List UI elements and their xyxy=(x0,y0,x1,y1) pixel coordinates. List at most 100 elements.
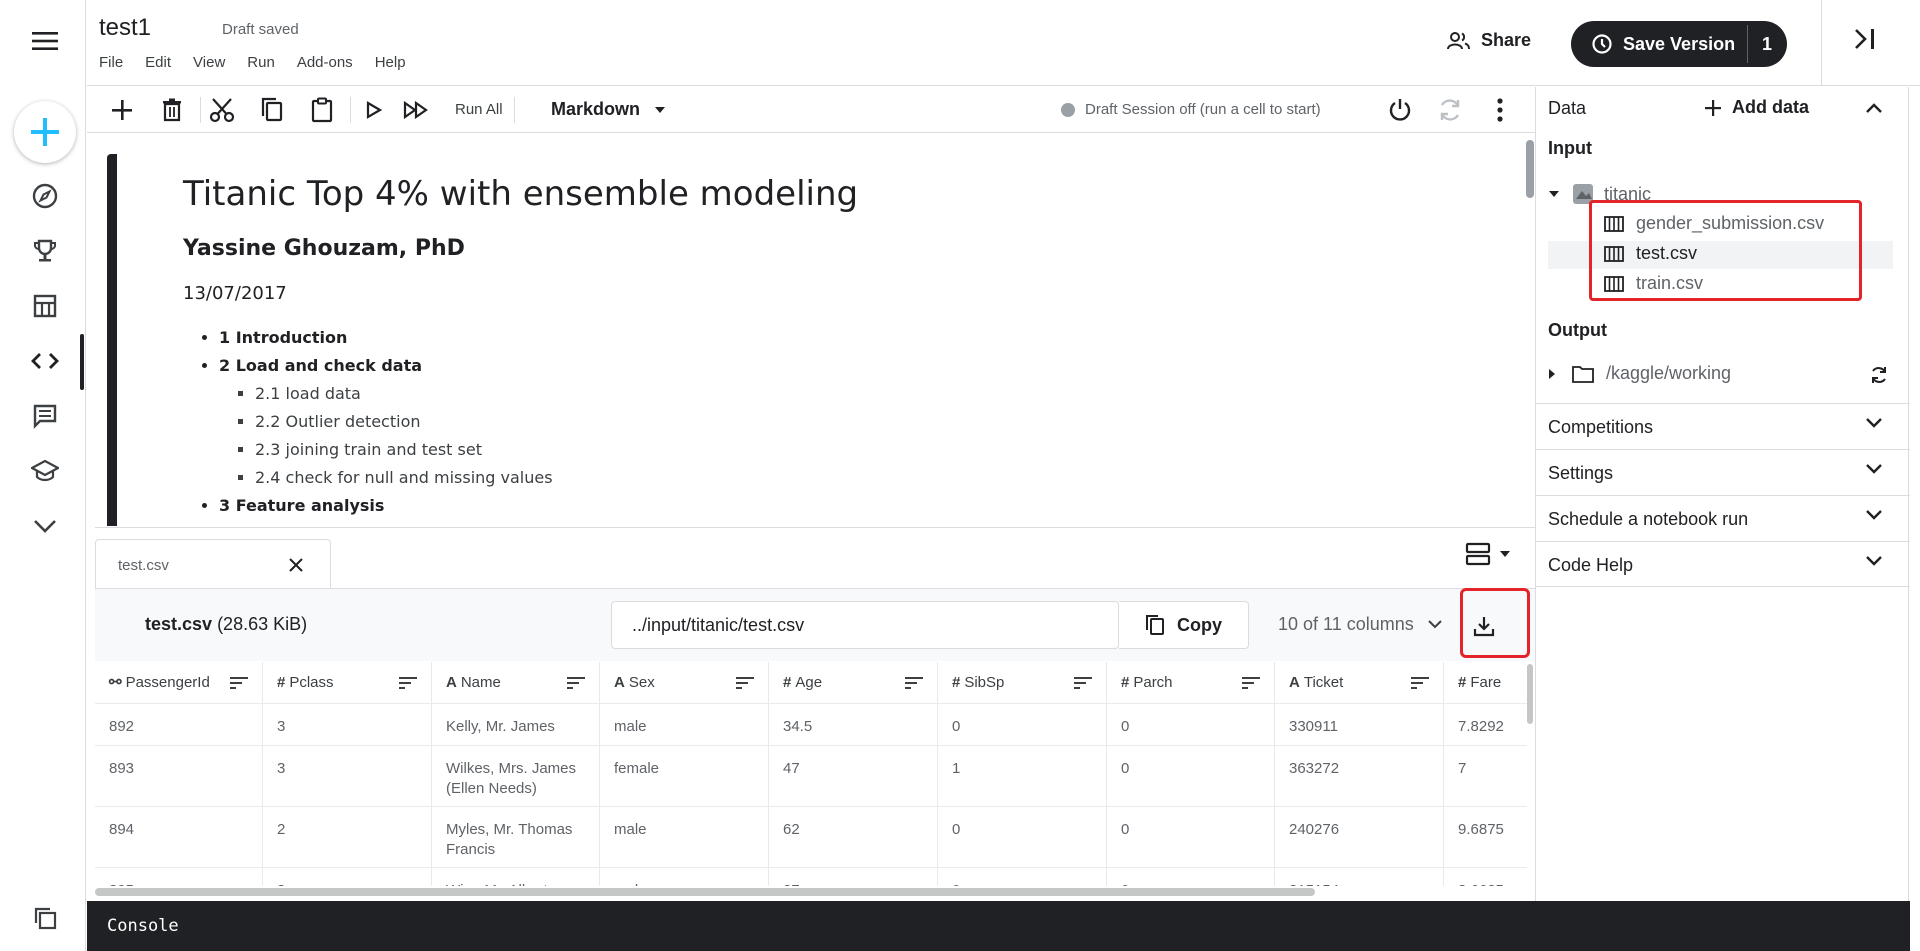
paste-icon[interactable] xyxy=(307,95,337,125)
table-icon[interactable] xyxy=(24,285,66,327)
notebook-cells[interactable]: Titanic Top 4% with ensemble modeling Ya… xyxy=(87,134,1535,526)
column-header-sex[interactable]: A Sex xyxy=(600,662,769,703)
sort-icon[interactable] xyxy=(230,676,248,690)
delete-cell-icon[interactable] xyxy=(157,95,187,125)
column-header-age[interactable]: # Age xyxy=(769,662,938,703)
collapse-panel-icon[interactable] xyxy=(1853,26,1877,52)
table-cell: 315154 xyxy=(1275,868,1444,886)
copy-stack-icon[interactable] xyxy=(24,897,66,939)
chevron-down-icon[interactable] xyxy=(24,505,66,547)
share-button[interactable]: Share xyxy=(1447,30,1531,51)
sort-icon[interactable] xyxy=(1242,676,1260,690)
file-path-field[interactable]: ../input/titanic/test.csv xyxy=(611,601,1119,649)
column-header-parch[interactable]: # Parch xyxy=(1107,662,1275,703)
refresh-icon[interactable] xyxy=(1869,365,1889,385)
table-cell: 0 xyxy=(1107,704,1275,745)
sort-icon[interactable] xyxy=(567,676,585,690)
toc-item[interactable]: 2 Load and check data 2.1 load data 2.2 … xyxy=(219,352,1483,492)
restart-icon[interactable] xyxy=(1435,95,1465,125)
table-cell: Kelly, Mr. James xyxy=(432,704,600,745)
toc-item[interactable]: 1 Introduction xyxy=(219,324,1483,352)
save-version-button[interactable]: Save Version 1 xyxy=(1571,21,1787,67)
table-cell: 3 xyxy=(263,746,432,806)
markdown-cell[interactable]: Titanic Top 4% with ensemble modeling Ya… xyxy=(183,174,1483,520)
cell-type-label: Markdown xyxy=(551,99,641,119)
menu-help[interactable]: Help xyxy=(375,54,406,71)
layout-toggle[interactable] xyxy=(1465,542,1511,566)
table-cell: female xyxy=(600,746,769,806)
copy-label: Copy xyxy=(1177,614,1222,635)
notebook-scrollbar[interactable] xyxy=(1526,140,1534,198)
compass-icon[interactable] xyxy=(24,175,66,217)
accordion-schedule[interactable]: Schedule a notebook run xyxy=(1536,495,1910,541)
power-icon[interactable] xyxy=(1385,95,1415,125)
string-type-icon: A xyxy=(1289,674,1300,691)
cut-icon[interactable] xyxy=(207,95,237,125)
column-name: PassengerId xyxy=(125,674,210,691)
more-options-icon[interactable] xyxy=(1485,95,1515,125)
table-cell: 9.6875 xyxy=(1444,807,1527,867)
menu-edit[interactable]: Edit xyxy=(145,54,171,71)
close-icon[interactable] xyxy=(288,557,304,573)
menu-run[interactable]: Run xyxy=(247,54,275,71)
sort-icon[interactable] xyxy=(736,676,754,690)
menu-view[interactable]: View xyxy=(193,54,225,71)
table-cell: 8.6625 xyxy=(1444,868,1527,886)
run-all-button[interactable]: Run All xyxy=(455,101,503,118)
copy-cell-icon[interactable] xyxy=(257,95,287,125)
notebook-header: test1 Draft saved File Edit View Run Add… xyxy=(87,0,1920,86)
add-data-button[interactable]: Add data xyxy=(1704,97,1809,118)
sort-icon[interactable] xyxy=(1411,676,1429,690)
toc-item-label: 2 Load and check data xyxy=(219,356,423,375)
add-cell-icon[interactable] xyxy=(107,95,137,125)
hamburger-menu-icon[interactable] xyxy=(24,20,66,62)
toc-item[interactable]: 3 Feature analysis xyxy=(219,492,1483,520)
toc-subitem[interactable]: 2.1 load data xyxy=(255,380,1483,408)
output-path: /kaggle/working xyxy=(1606,363,1732,383)
create-button[interactable] xyxy=(14,101,76,163)
column-header-ticket[interactable]: A Ticket xyxy=(1275,662,1444,703)
string-type-icon: A xyxy=(446,674,457,691)
discussion-icon[interactable] xyxy=(24,395,66,437)
vertical-scrollbar[interactable] xyxy=(1527,664,1533,724)
file-title: test.csv (28.63 KiB) xyxy=(145,614,307,635)
viewer-tab[interactable]: test.csv xyxy=(95,539,331,589)
learn-icon[interactable] xyxy=(24,450,66,492)
column-header-name[interactable]: A Name xyxy=(432,662,600,703)
table-cell: Myles, Mr. Thomas Francis xyxy=(432,807,600,867)
run-cell-icon[interactable] xyxy=(359,95,389,125)
column-header-sibsp[interactable]: # SibSp xyxy=(938,662,1107,703)
toc-subitem[interactable]: 2.2 Outlier detection xyxy=(255,408,1483,436)
column-header-passengerid[interactable]: ⚯ PassengerId xyxy=(95,662,263,703)
sort-icon[interactable] xyxy=(399,676,417,690)
notebook-title[interactable]: test1 xyxy=(99,14,151,42)
column-header-fare[interactable]: # Fare xyxy=(1444,662,1527,703)
toc-subitem[interactable]: 2.3 joining train and test set xyxy=(255,436,1483,464)
copy-path-button[interactable]: Copy xyxy=(1119,601,1249,649)
table-cell: 0 xyxy=(1107,868,1275,886)
sort-icon[interactable] xyxy=(905,676,923,690)
accordion-settings[interactable]: Settings xyxy=(1536,449,1910,495)
code-icon[interactable] xyxy=(24,340,66,382)
notebook-toolbar: Run All Markdown Draft Session off (run … xyxy=(87,87,1535,133)
sort-icon[interactable] xyxy=(1074,676,1092,690)
accordion-competitions[interactable]: Competitions xyxy=(1536,403,1910,449)
menu-file[interactable]: File xyxy=(99,54,123,71)
horizontal-scrollbar[interactable] xyxy=(95,888,1315,896)
chevron-up-icon[interactable] xyxy=(1866,103,1882,113)
cell-type-dropdown[interactable]: Markdown xyxy=(551,99,666,120)
table-cell: male xyxy=(600,868,769,886)
toc-subitem[interactable]: 2.4 check for null and missing values xyxy=(255,464,1483,492)
console-bar[interactable]: Console xyxy=(87,901,1910,951)
plus-icon xyxy=(31,118,59,146)
people-icon xyxy=(1447,31,1470,49)
menu-add-ons[interactable]: Add-ons xyxy=(297,54,353,71)
column-header-pclass[interactable]: # Pclass xyxy=(263,662,432,703)
accordion-code-help[interactable]: Code Help xyxy=(1536,541,1910,587)
columns-selector[interactable]: 10 of 11 columns xyxy=(1278,614,1442,635)
output-folder-row[interactable]: /kaggle/working xyxy=(1548,363,1731,384)
trophy-icon[interactable] xyxy=(24,230,66,272)
viewer-tab-label: test.csv xyxy=(118,557,169,574)
run-all-icon[interactable] xyxy=(401,95,431,125)
table-cell: 0 xyxy=(1107,746,1275,806)
